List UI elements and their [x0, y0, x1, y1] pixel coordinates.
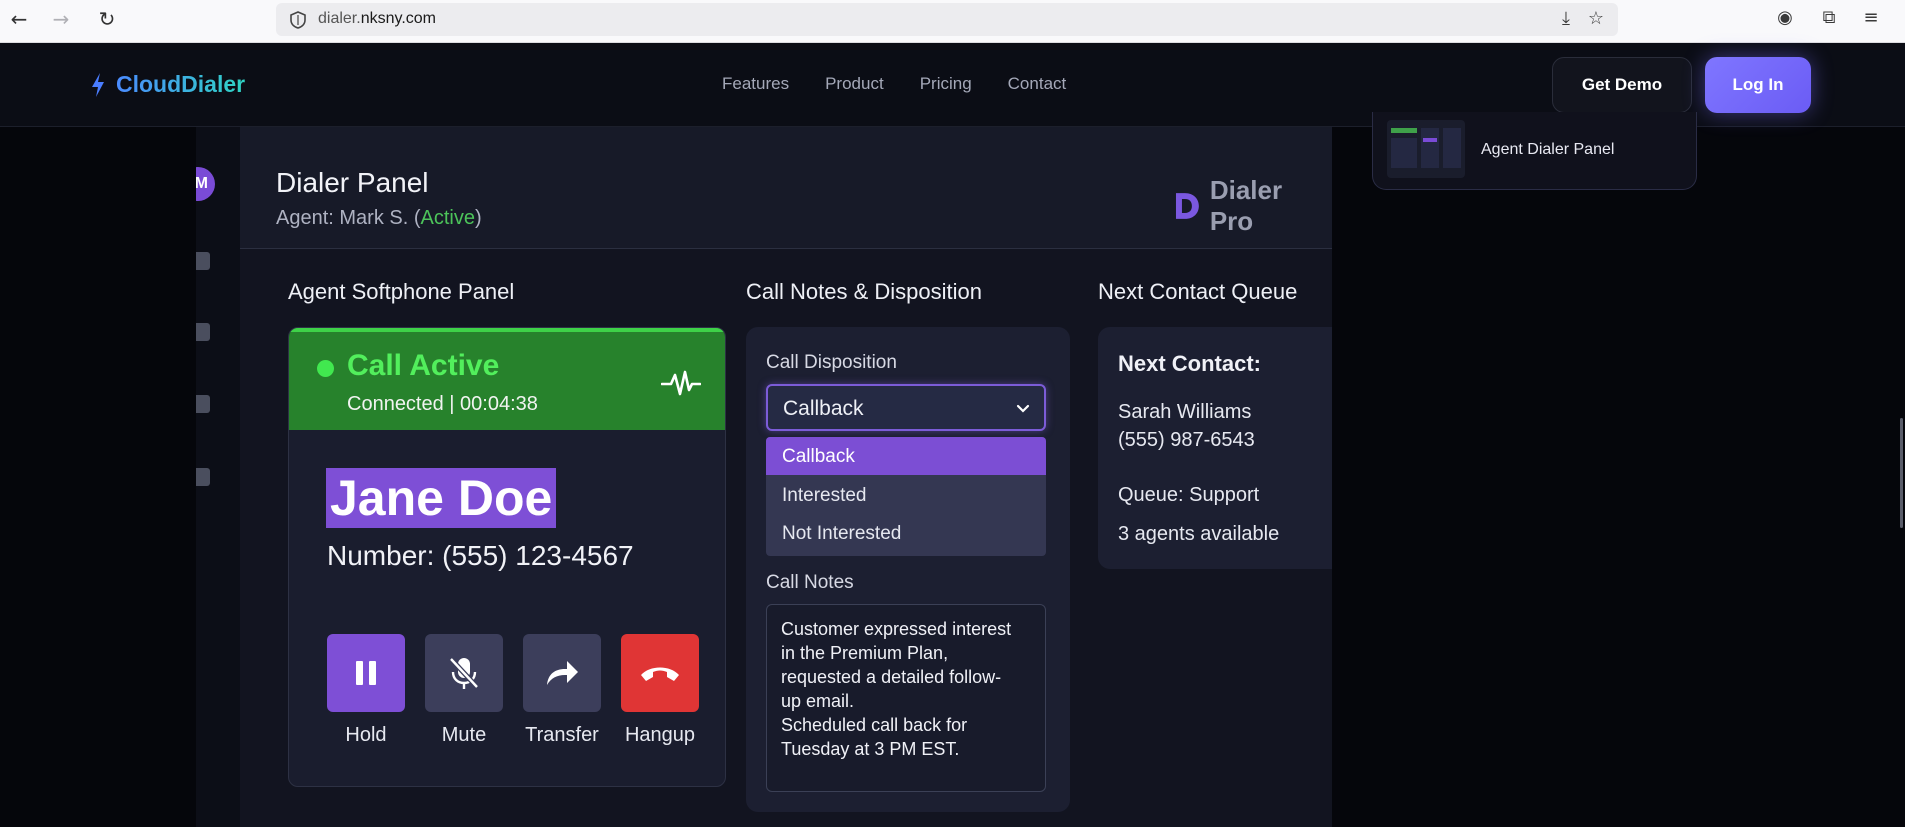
transfer-button[interactable]	[523, 634, 601, 712]
menu-icon[interactable]: ≡	[1858, 5, 1884, 31]
panel-title: Dialer Panel	[276, 167, 429, 198]
forward-arrow-icon	[547, 661, 578, 685]
disposition-selected-value: Callback	[783, 397, 864, 420]
agent-avatar[interactable]: M	[196, 167, 215, 201]
browser-toolbar: ← → ↻ dialer.nksny.com ⤓ ☆ ◉ ⧉ ≡	[0, 0, 1905, 43]
agents-available: 3 agents available	[1118, 523, 1280, 545]
dialer-app-preview: M Dialer Panel Agent: Mark S. (Active) D…	[196, 127, 1332, 827]
pause-icon	[356, 661, 376, 685]
url-text: dialer.nksny.com	[318, 10, 436, 27]
call-status-bar: Call Active Connected | 00:04:38	[289, 328, 725, 430]
panel-header: Dialer Panel Agent: Mark S. (Active) Dia…	[240, 127, 1332, 249]
call-duration: Connected | 00:04:38	[347, 393, 538, 415]
nav-link-pricing[interactable]: Pricing	[920, 74, 972, 94]
hangup-label: Hangup	[624, 724, 696, 746]
transfer-label: Transfer	[525, 724, 599, 746]
brand-logo[interactable]: CloudDialer	[90, 71, 245, 98]
option-callback[interactable]: Callback	[766, 437, 1046, 475]
softphone-section-title: Agent Softphone Panel	[288, 279, 515, 304]
get-demo-button[interactable]: Get Demo	[1552, 57, 1692, 113]
extensions-icon[interactable]: ⧉	[1816, 5, 1842, 31]
card-label: Agent Dialer Panel	[1481, 141, 1615, 158]
nav-link-features[interactable]: Features	[722, 74, 789, 94]
notes-section-title: Call Notes & Disposition	[746, 279, 982, 304]
account-icon[interactable]: ◉	[1772, 5, 1798, 31]
softphone-panel: Call Active Connected | 00:04:38 Jane Do…	[288, 327, 726, 787]
reports-icon[interactable]	[196, 468, 210, 486]
disposition-dropdown: Callback Interested Not Interested	[766, 437, 1046, 556]
mic-off-icon	[449, 657, 479, 689]
brand-name: CloudDialer	[116, 71, 246, 97]
hold-label: Hold	[345, 724, 387, 746]
disposition-select[interactable]: Callback	[766, 384, 1046, 431]
hold-button[interactable]	[327, 634, 405, 712]
call-status-dot	[317, 360, 334, 377]
home-icon[interactable]	[196, 252, 210, 270]
audio-wave-icon	[661, 370, 701, 396]
nav-link-product[interactable]: Product	[825, 74, 884, 94]
queue-section-title: Next Contact Queue	[1098, 279, 1298, 304]
back-arrow-icon[interactable]: ←	[6, 6, 32, 32]
mute-label: Mute	[441, 724, 487, 746]
agent-dialer-panel-card[interactable]: Agent Dialer Panel	[1372, 112, 1697, 190]
option-interested[interactable]: Interested	[766, 476, 1046, 514]
call-notes-card: Call Disposition Callback Callback Inter…	[746, 327, 1070, 812]
call-status: Call Active	[347, 349, 500, 382]
page-scrollbar[interactable]	[1900, 418, 1903, 528]
call-notes-label: Call Notes	[766, 572, 854, 593]
bookmark-star-icon[interactable]: ☆	[1583, 6, 1609, 32]
app-sidebar: M	[196, 127, 240, 827]
caller-number: Number: (555) 123-4567	[327, 540, 634, 571]
forward-arrow-icon[interactable]: →	[48, 6, 74, 32]
address-bar[interactable]: dialer.nksny.com ⤓ ☆	[276, 3, 1618, 36]
dialer-pro-d-icon	[1175, 193, 1199, 219]
dialer-pro-logo: Dialer Pro	[1172, 175, 1332, 237]
next-contact-card: Next Contact: Sarah Williams (555) 987-6…	[1098, 327, 1332, 569]
call-notes-textarea[interactable]: Customer expressed interest in the Premi…	[766, 604, 1046, 792]
lightning-icon	[92, 72, 104, 97]
top-nav: Features Product Pricing Contact	[722, 74, 1066, 94]
hangup-button[interactable]	[621, 634, 699, 712]
settings-icon[interactable]	[196, 395, 210, 413]
next-contact-heading: Next Contact:	[1118, 351, 1262, 376]
mute-button[interactable]	[425, 634, 503, 712]
nav-link-contact[interactable]: Contact	[1008, 74, 1067, 94]
next-contact-phone: (555) 987-6543	[1118, 429, 1255, 451]
site-info-shield-icon[interactable]	[288, 10, 308, 30]
contacts-icon[interactable]	[196, 323, 210, 341]
reload-icon[interactable]: ↻	[94, 6, 120, 32]
login-button[interactable]: Log In	[1705, 57, 1811, 113]
next-contact-name: Sarah Williams	[1118, 401, 1252, 423]
queue-name: Queue: Support	[1118, 484, 1260, 506]
active-status-text: Active	[420, 207, 475, 229]
dialer-thumbnail	[1387, 120, 1465, 178]
disposition-label: Call Disposition	[766, 352, 897, 373]
chevron-down-icon	[1016, 404, 1030, 413]
option-not-interested[interactable]: Not Interested	[766, 514, 1046, 552]
agent-status: Agent: Mark S. (Active)	[276, 207, 482, 229]
download-page-icon[interactable]: ⤓	[1553, 6, 1579, 32]
phone-hangup-icon	[641, 667, 679, 681]
caller-name: Jane Doe	[326, 468, 557, 528]
